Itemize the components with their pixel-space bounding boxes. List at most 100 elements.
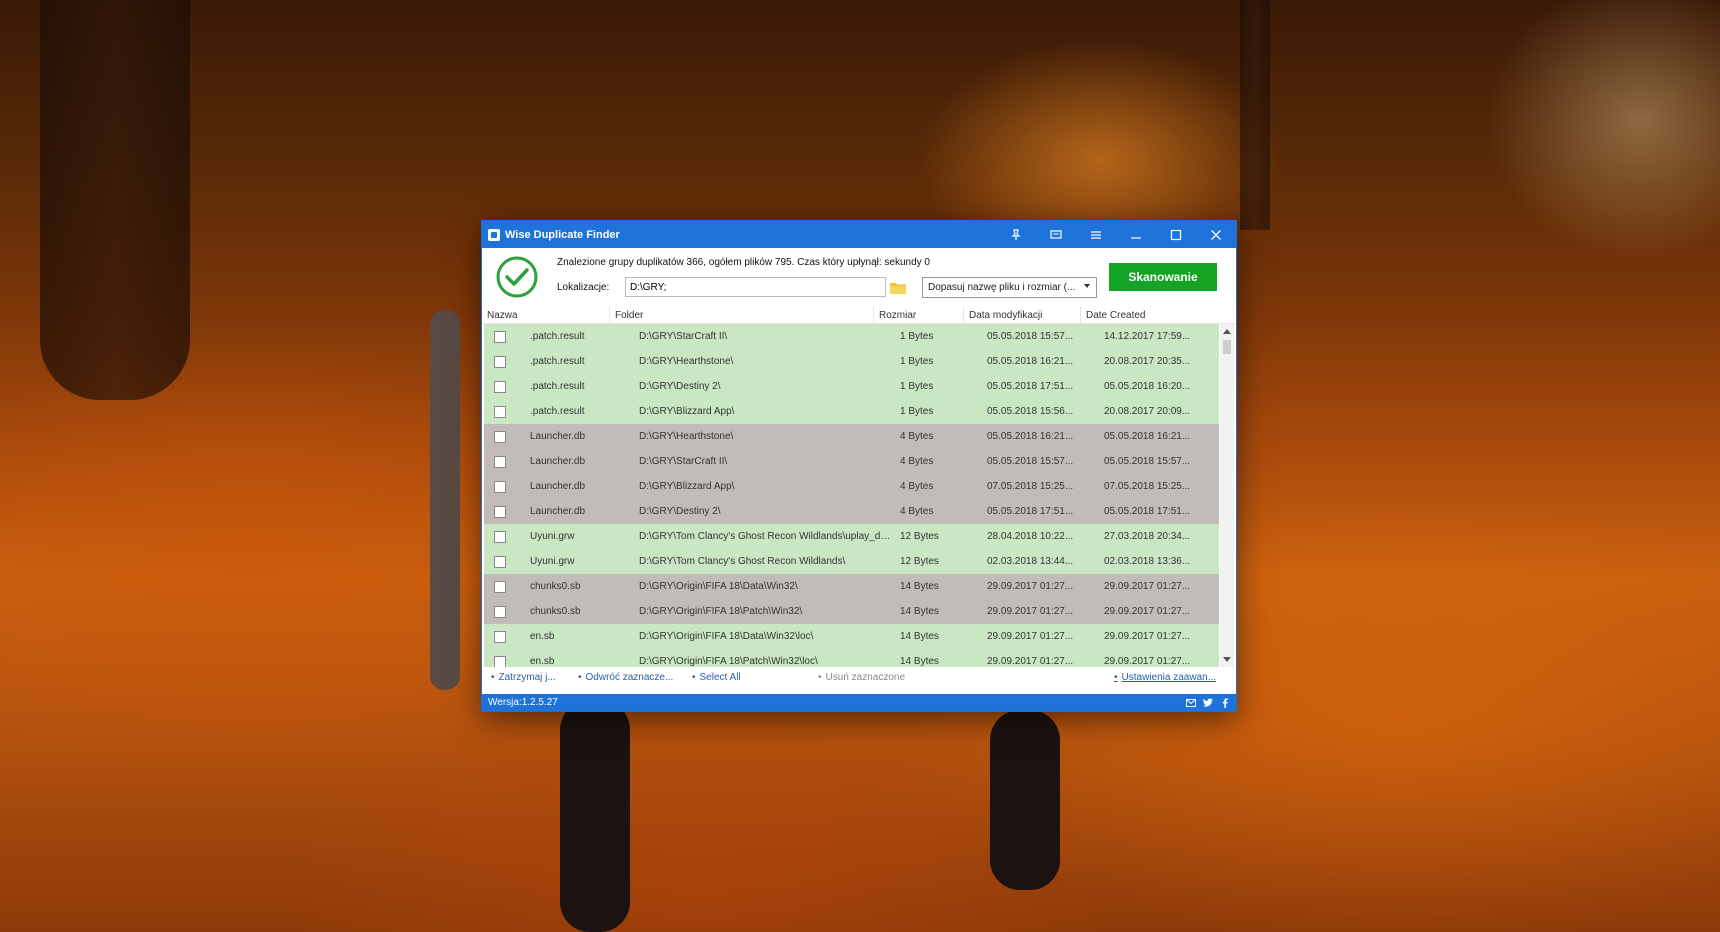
cell-folder: D:\GRY\Origin\FIFA 18\Data\Win32\ xyxy=(639,581,798,592)
cell-folder: D:\GRY\Origin\FIFA 18\Patch\Win32\ xyxy=(639,606,803,617)
cell-size: 1 Bytes xyxy=(900,406,934,417)
table-row[interactable]: .patch.result D:\GRY\StarCraft II\ 1 Bytes… xyxy=(484,324,1219,349)
maximize-icon[interactable] xyxy=(1156,221,1196,248)
cell-created: 05.05.2018 17:51... xyxy=(1104,506,1191,517)
cell-modified: 05.05.2018 15:57... xyxy=(987,456,1074,467)
row-checkbox[interactable] xyxy=(494,430,506,443)
location-input[interactable] xyxy=(625,277,886,297)
cell-size: 12 Bytes xyxy=(900,556,939,567)
table-row[interactable]: .patch.result D:\GRY\Blizzard App\ 1 Bytes… xyxy=(484,399,1219,424)
cell-created: 05.05.2018 16:21... xyxy=(1104,431,1191,442)
minimize-icon[interactable] xyxy=(1116,221,1156,248)
table-row[interactable]: en.sb D:\GRY\Origin\FIFA 18\Patch\Win32\l… xyxy=(484,649,1219,667)
row-checkbox[interactable] xyxy=(494,355,506,368)
table-row[interactable]: Launcher.db D:\GRY\Blizzard App\ 4 Bytes 07… xyxy=(484,474,1219,499)
row-checkbox[interactable] xyxy=(494,580,506,593)
scan-summary: Znalezione grupy duplikatów 366, ogółem … xyxy=(557,257,930,268)
feedback-icon[interactable] xyxy=(1036,221,1076,248)
scan-header: Znalezione grupy duplikatów 366, ogółem … xyxy=(482,248,1236,307)
cell-created: 20.08.2017 20:35... xyxy=(1104,356,1191,367)
scroll-down-icon[interactable] xyxy=(1223,657,1231,662)
table-row[interactable]: chunks0.sb D:\GRY\Origin\FIFA 18\Patch\Wi… xyxy=(484,599,1219,624)
row-checkbox[interactable] xyxy=(494,630,506,643)
select-all-link[interactable]: • Select All xyxy=(692,672,741,683)
title-bar[interactable]: Wise Duplicate Finder xyxy=(482,221,1236,248)
row-checkbox[interactable] xyxy=(494,455,506,468)
cell-size: 14 Bytes xyxy=(900,606,939,617)
facebook-icon[interactable] xyxy=(1219,697,1230,708)
vertical-scrollbar[interactable] xyxy=(1220,324,1234,667)
row-checkbox[interactable] xyxy=(494,380,506,393)
stop-link[interactable]: • Zatrzymaj j... xyxy=(491,672,556,683)
table-row[interactable]: Launcher.db D:\GRY\StarCraft II\ 4 Bytes 05… xyxy=(484,449,1219,474)
invert-selection-link[interactable]: • Odwróć zaznacze... xyxy=(578,672,673,683)
row-checkbox[interactable] xyxy=(494,480,506,493)
app-logo-icon xyxy=(488,228,500,241)
cell-modified: 05.05.2018 15:57... xyxy=(987,331,1074,342)
column-header-created[interactable]: Date Created xyxy=(1081,307,1236,323)
column-header-size[interactable]: Rozmiar xyxy=(874,307,964,323)
cell-folder: D:\GRY\Hearthstone\ xyxy=(639,431,734,442)
cell-modified: 05.05.2018 16:21... xyxy=(987,356,1074,367)
app-window: Wise Duplicate Finder Znalezione grupy d… xyxy=(482,221,1236,711)
table-row[interactable]: chunks0.sb D:\GRY\Origin\FIFA 18\Data\Win… xyxy=(484,574,1219,599)
scroll-up-icon[interactable] xyxy=(1223,329,1231,334)
cell-size: 14 Bytes xyxy=(900,631,939,642)
table-row[interactable]: Launcher.db D:\GRY\Destiny 2\ 4 Bytes 05.05… xyxy=(484,499,1219,524)
table-row[interactable]: en.sb D:\GRY\Origin\FIFA 18\Data\Win32\lo… xyxy=(484,624,1219,649)
column-header-modified[interactable]: Data modyfikacji xyxy=(964,307,1081,323)
scroll-thumb[interactable] xyxy=(1223,340,1231,354)
duplicate-file-list: .patch.result D:\GRY\StarCraft II\ 1 Bytes… xyxy=(484,324,1219,667)
cell-name: chunks0.sb xyxy=(530,606,581,617)
row-checkbox[interactable] xyxy=(494,330,506,343)
cell-folder: D:\GRY\Hearthstone\ xyxy=(639,356,734,367)
cell-modified: 02.03.2018 13:44... xyxy=(987,556,1074,567)
cell-modified: 29.09.2017 01:27... xyxy=(987,581,1074,592)
window-title: Wise Duplicate Finder xyxy=(505,228,620,241)
email-icon[interactable] xyxy=(1185,697,1196,708)
row-checkbox[interactable] xyxy=(494,405,506,418)
action-bar: • Zatrzymaj j... • Odwróć zaznacze... • Sel… xyxy=(482,668,1236,687)
cell-name: Launcher.db xyxy=(530,456,586,467)
row-checkbox[interactable] xyxy=(494,605,506,618)
cell-folder: D:\GRY\Blizzard App\ xyxy=(639,481,735,492)
cell-created: 20.08.2017 20:09... xyxy=(1104,406,1191,417)
cell-name: Uyuni.grw xyxy=(530,531,575,542)
cell-folder: D:\GRY\StarCraft II\ xyxy=(639,456,728,467)
scan-button[interactable]: Skanowanie xyxy=(1109,263,1217,291)
row-checkbox[interactable] xyxy=(494,555,506,568)
row-checkbox[interactable] xyxy=(494,530,506,543)
cell-folder: D:\GRY\Destiny 2\ xyxy=(639,506,721,517)
cell-name: .patch.result xyxy=(530,356,585,367)
pin-icon[interactable] xyxy=(996,221,1036,248)
column-header-name[interactable]: Nazwa xyxy=(482,307,610,323)
cell-size: 14 Bytes xyxy=(900,656,939,667)
cell-folder: D:\GRY\Tom Clancy's Ghost Recon Wildland… xyxy=(639,531,897,542)
table-row[interactable]: Uyuni.grw D:\GRY\Tom Clancy's Ghost Recon… xyxy=(484,524,1219,549)
cell-created: 27.03.2018 20:34... xyxy=(1104,531,1191,542)
cell-modified: 05.05.2018 17:51... xyxy=(987,381,1074,392)
table-row[interactable]: Uyuni.grw D:\GRY\Tom Clancy's Ghost Recon… xyxy=(484,549,1219,574)
cell-created: 29.09.2017 01:27... xyxy=(1104,581,1191,592)
table-row[interactable]: .patch.result D:\GRY\Destiny 2\ 1 Bytes 05.… xyxy=(484,374,1219,399)
row-checkbox[interactable] xyxy=(494,505,506,518)
cell-name: .patch.result xyxy=(530,406,585,417)
browse-folder-icon[interactable] xyxy=(887,277,909,297)
cell-modified: 05.05.2018 16:21... xyxy=(987,431,1074,442)
close-icon[interactable] xyxy=(1196,221,1236,248)
delete-selected-link[interactable]: • Usuń zaznaczone xyxy=(818,672,905,683)
cell-name: .patch.result xyxy=(530,381,585,392)
column-header-folder[interactable]: Folder xyxy=(610,307,874,323)
match-mode-select[interactable]: Dopasuj nazwę pliku i rozmiar (... xyxy=(922,277,1097,298)
table-row[interactable]: Launcher.db D:\GRY\Hearthstone\ 4 Bytes 05.… xyxy=(484,424,1219,449)
twitter-icon[interactable] xyxy=(1202,697,1213,708)
wallpaper-tree-trunk xyxy=(1240,0,1270,230)
menu-icon[interactable] xyxy=(1076,221,1116,248)
row-checkbox[interactable] xyxy=(494,655,506,667)
table-row[interactable]: .patch.result D:\GRY\Hearthstone\ 1 Bytes 0… xyxy=(484,349,1219,374)
advanced-settings-link[interactable]: • Ustawienia zaawan... xyxy=(1114,672,1216,683)
cell-created: 05.05.2018 16:20... xyxy=(1104,381,1191,392)
match-mode-value: Dopasuj nazwę pliku i rozmiar (... xyxy=(928,282,1076,293)
cell-modified: 07.05.2018 15:25... xyxy=(987,481,1074,492)
cell-name: Launcher.db xyxy=(530,431,586,442)
